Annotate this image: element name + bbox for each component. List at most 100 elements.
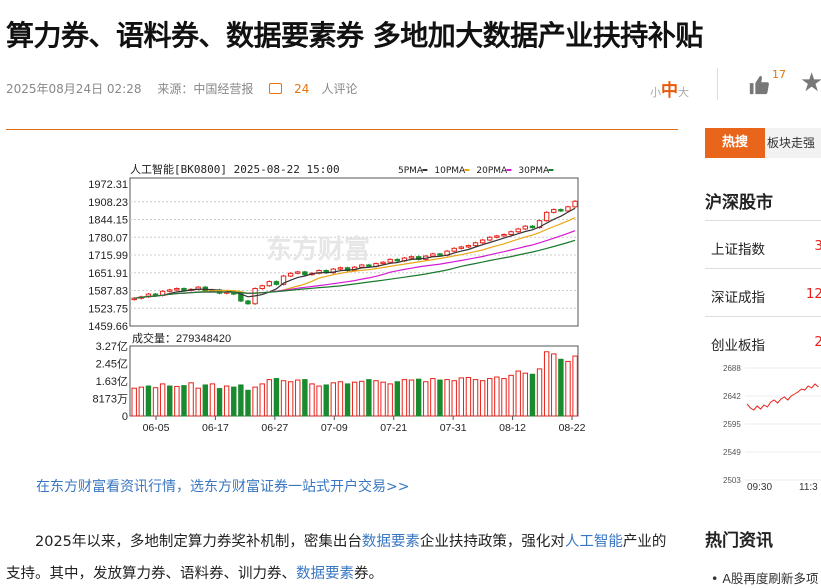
- volume-bar: [344, 383, 351, 417]
- volume-bar: [423, 381, 429, 417]
- volume-bar: [529, 373, 536, 417]
- volume-bar: [451, 380, 457, 417]
- volume-bar: [337, 381, 344, 417]
- para-text-2: 企业扶持政策，强化对: [419, 534, 565, 550]
- like-count: 17: [772, 68, 786, 81]
- volume-bar: [565, 360, 571, 417]
- legend-swatch: [422, 169, 428, 171]
- candle-body: [359, 264, 365, 268]
- index-value: 2: [814, 334, 821, 350]
- font-large-button[interactable]: 大: [678, 86, 689, 99]
- candle-body: [572, 200, 578, 208]
- candle-body: [543, 211, 550, 222]
- volume-bar: [287, 381, 294, 417]
- candle-body: [487, 236, 493, 241]
- volume-bar: [458, 377, 465, 417]
- legend-swatch: [548, 169, 554, 171]
- font-mid-button[interactable]: 中: [661, 81, 678, 101]
- hot-search-text[interactable]: 板块走强: [767, 128, 815, 158]
- volume-bar: [152, 387, 159, 417]
- hot-search-bar[interactable]: 热搜 板块走强: [705, 128, 821, 158]
- candle-body: [465, 245, 472, 248]
- volume-bar: [501, 378, 507, 417]
- candle-body: [508, 231, 514, 235]
- keyword-link-data-elements[interactable]: 数据要素: [362, 534, 420, 550]
- divider: [717, 68, 718, 100]
- favorite-star-icon[interactable]: ★: [800, 68, 821, 98]
- legend-label: 20PMA: [476, 166, 508, 176]
- candle-body: [152, 293, 159, 296]
- volume-bar: [323, 384, 329, 417]
- volume-bar: [145, 385, 152, 417]
- font-small-button[interactable]: 小: [650, 86, 661, 99]
- candle-body: [394, 258, 401, 262]
- keyword-link-ai[interactable]: 人工智能: [565, 534, 623, 550]
- thumbs-up-icon: [749, 75, 769, 95]
- comment-link[interactable]: 24 人评论: [269, 82, 369, 96]
- comment-icon: [269, 83, 283, 94]
- volume-bar: [216, 388, 223, 417]
- volume-bar: [266, 379, 273, 417]
- volume-bar: [536, 368, 543, 417]
- candle-body: [266, 281, 273, 287]
- mini-x-label: 09:30: [747, 482, 772, 492]
- candle-body: [522, 225, 529, 230]
- volume-bar: [430, 378, 436, 417]
- legend-swatch: [506, 169, 512, 171]
- candle-body: [337, 267, 344, 270]
- candle-body: [259, 285, 265, 290]
- volume-bar: [309, 383, 315, 417]
- index-row-sz[interactable]: 深证成指 12: [711, 286, 821, 306]
- news-item-text: A股再度刷新多项: [722, 571, 819, 586]
- candle-body: [529, 225, 536, 229]
- legend-label: 5PMA: [398, 166, 424, 176]
- volume-bar: [259, 383, 265, 417]
- legend-label: 30PMA: [518, 166, 550, 176]
- candle-body: [181, 288, 187, 291]
- volume-tick-label: 0: [122, 411, 128, 423]
- price-tick-label: 1523.75: [88, 303, 128, 315]
- volume-bar: [231, 386, 237, 417]
- legend-label: 10PMA: [434, 166, 466, 176]
- volume-bar: [437, 379, 443, 417]
- market-title: 沪深股市: [705, 193, 773, 213]
- volume-bar: [316, 385, 322, 417]
- volume-bar: [238, 384, 244, 417]
- kline-chart[interactable]: 人工智能[BK0800] 2025-08-22 15:00 5PMA 10PMA 20…: [84, 160, 594, 435]
- volume-tick-label: 2.45亿: [96, 358, 128, 371]
- volume-bar: [330, 382, 337, 417]
- news-item[interactable]: • A股再度刷新多项: [711, 568, 818, 587]
- price-tick-label: 1844.15: [88, 215, 128, 227]
- candle-body: [479, 239, 486, 244]
- candle-body: [366, 264, 372, 267]
- candle-body: [472, 242, 479, 247]
- volume-bar: [465, 376, 472, 417]
- price-tick-label: 1780.07: [88, 232, 128, 244]
- volume-bar: [543, 351, 550, 417]
- x-tick-label: 06-17: [202, 422, 229, 434]
- candle-body: [245, 300, 251, 305]
- volume-tick-label: 1.63亿: [96, 375, 128, 388]
- volume-bar: [387, 383, 393, 417]
- keyword-link-data-elements-2[interactable]: 数据要素: [296, 566, 354, 582]
- article-paragraph: 2025年以来，多地制定算力券奖补机制，密集出台数据要素企业扶持政策，强化对人工…: [6, 526, 678, 588]
- mini-intraday-chart[interactable]: 2688 2642 2595 2549 2503 09:30 11:3: [717, 364, 821, 492]
- volume-bar: [522, 372, 529, 417]
- index-row-sh[interactable]: 上证指数 3: [711, 238, 821, 258]
- index-row-cyb[interactable]: 创业板指 2: [711, 334, 821, 354]
- volume-bar: [359, 380, 365, 417]
- volume-bar: [273, 378, 280, 417]
- price-tick-label: 1651.91: [88, 268, 128, 280]
- x-tick-label: 08-22: [559, 422, 586, 434]
- volume-bar: [159, 383, 166, 417]
- candle-body: [174, 288, 180, 291]
- price-tick-label: 1908.23: [88, 197, 128, 209]
- volume-bar: [366, 379, 372, 417]
- mini-x-label: 11:3: [799, 482, 818, 492]
- x-tick-label: 07-09: [321, 422, 348, 434]
- candle-body: [565, 206, 571, 212]
- index-value: 3: [814, 238, 821, 254]
- candle-body: [287, 272, 294, 277]
- candle-body: [501, 233, 507, 237]
- promo-link[interactable]: 在东方财富看资讯行情，选东方财富证券一站式开户交易>>: [36, 476, 409, 496]
